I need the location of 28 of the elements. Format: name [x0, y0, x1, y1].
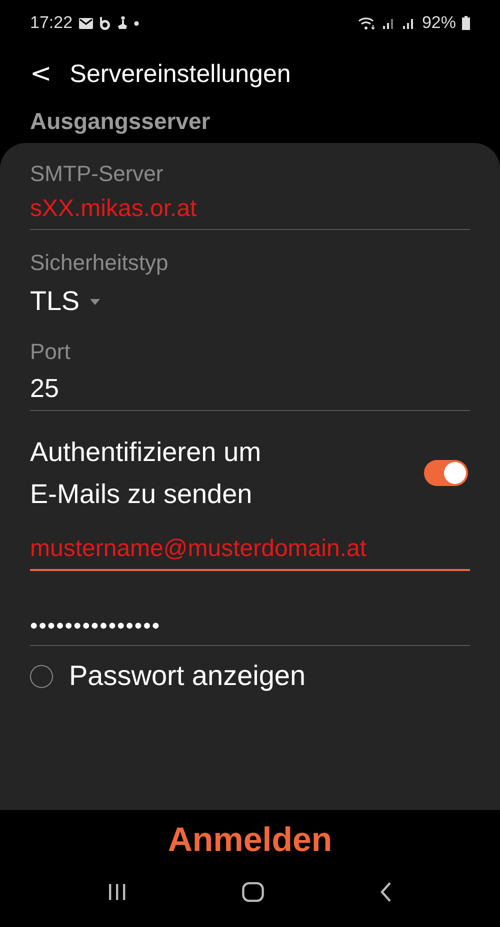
switch-label: Authentifizieren um E-Mails zu senden	[30, 436, 262, 511]
signal-icon	[382, 17, 396, 29]
input-field[interactable]: 25	[30, 371, 470, 411]
toggle-switch[interactable]	[424, 460, 468, 486]
mail-icon	[78, 18, 93, 28]
figure-icon	[116, 16, 128, 30]
wifi-icon	[358, 16, 376, 30]
field-label: Sicherheitstyp	[30, 250, 170, 276]
screen-title: Servereinstellungen	[70, 60, 291, 88]
checkbox-label: Passwort anzeigen	[69, 660, 306, 692]
home-icon[interactable]	[242, 882, 264, 902]
security-dropdown[interactable]: TLS	[30, 282, 100, 325]
battery-percent: 92%	[422, 13, 456, 33]
status-time: 17:22	[30, 13, 73, 33]
caret-icon	[90, 298, 100, 304]
recent-apps-icon[interactable]	[108, 884, 126, 900]
back-button[interactable]: <	[26, 61, 56, 87]
field-label: SMTP-Server	[30, 161, 164, 187]
dot-icon	[134, 20, 139, 26]
section-title: Ausgangsserver	[29, 107, 212, 136]
battery-icon	[462, 16, 470, 30]
input-field[interactable]: •••••••••••••••	[30, 611, 470, 646]
app-icon	[98, 16, 111, 30]
sign-in-button[interactable]: Anmelden	[162, 820, 338, 861]
signal-icon	[402, 17, 416, 29]
checkbox[interactable]	[30, 664, 53, 688]
field-label: Port	[30, 339, 72, 365]
back-icon[interactable]	[380, 882, 392, 902]
